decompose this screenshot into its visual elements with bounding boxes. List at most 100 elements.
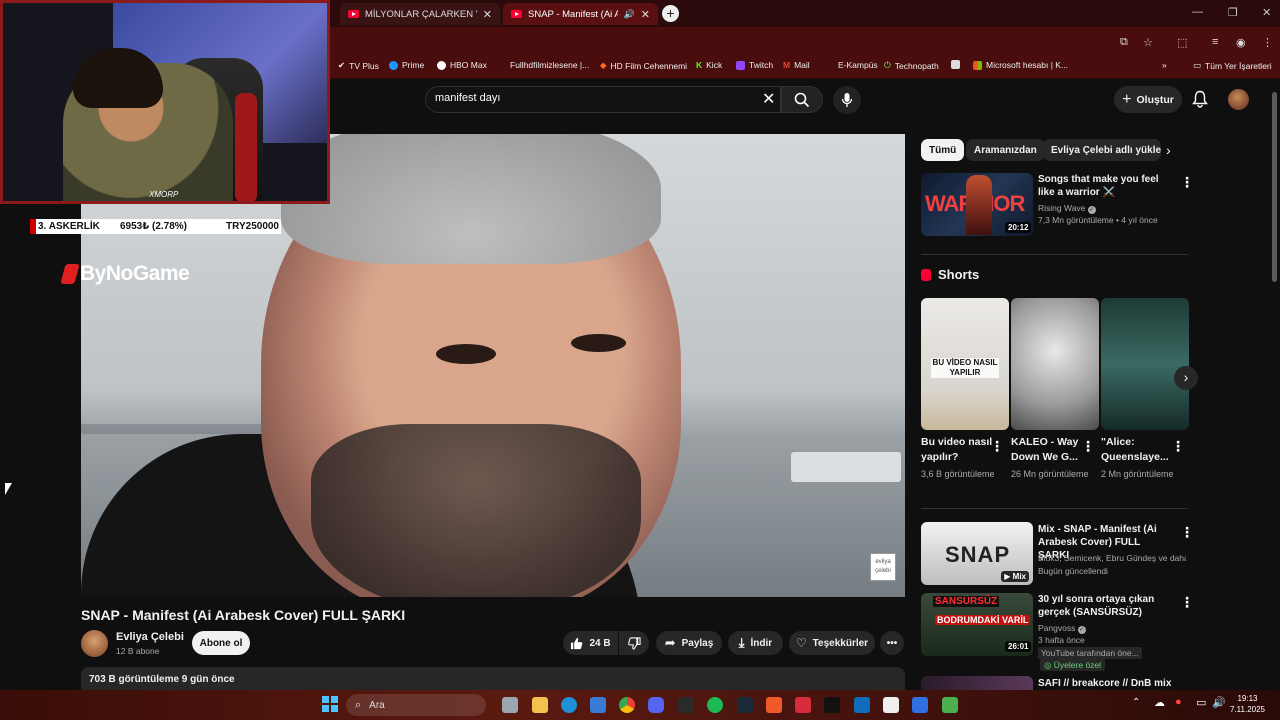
thumbnail-safi[interactable] — [921, 676, 1033, 690]
dislike-button[interactable] — [619, 631, 649, 655]
channel-watermark[interactable]: evliya çelebi — [870, 553, 896, 581]
bookmark-fullhdfilm[interactable]: Fullhdfilmizlesene |... — [510, 60, 589, 70]
chip-from-uploader[interactable]: Evliya Çelebi adlı yükleyi — [1043, 139, 1161, 161]
app-icon[interactable] — [883, 697, 899, 713]
clear-search-icon[interactable]: ✕ — [762, 89, 775, 109]
channel-name[interactable]: Evliya Çelebi — [116, 631, 184, 643]
related-channel[interactable]: Pangvoss ✓ — [1038, 622, 1086, 634]
close-tab-icon[interactable]: ✕ — [641, 8, 650, 21]
more-options-icon[interactable]: ⋮ — [990, 438, 1004, 455]
volume-icon[interactable]: 🔊 — [1212, 696, 1226, 709]
reading-list-icon[interactable]: ≡ — [1212, 36, 1218, 48]
more-options-icon[interactable]: ⋮ — [1081, 438, 1095, 455]
bookmark-star-icon[interactable]: ☆ — [1143, 36, 1153, 49]
profile-icon[interactable]: ◉ — [1236, 36, 1246, 49]
download-button[interactable]: ⤓ İndir — [728, 631, 783, 655]
bookmark-ekampus[interactable]: E-Kampüs — [838, 60, 878, 70]
bookmark-microsoft[interactable]: Microsoft hesabı | K... — [973, 60, 1068, 70]
more-options-icon[interactable]: ⋮ — [1171, 438, 1185, 455]
channel-avatar[interactable] — [81, 630, 108, 657]
related-video-title[interactable]: Songs that make you feel like a warrior … — [1038, 173, 1173, 199]
subscribe-button[interactable]: Abone ol — [192, 631, 250, 655]
user-avatar[interactable] — [1228, 89, 1249, 110]
short-title[interactable]: KALEO - Way Down We G... — [1011, 435, 1083, 465]
thumbnail-mix[interactable]: SNAP ▶ Mix — [921, 522, 1033, 585]
close-tab-icon[interactable]: ✕ — [483, 8, 492, 21]
short-thumbnail-3[interactable] — [1101, 298, 1189, 430]
page-scrollbar[interactable] — [1272, 92, 1277, 282]
short-title[interactable]: "Alice: Queenslaye... — [1101, 435, 1173, 465]
minimize-icon[interactable]: — — [1192, 6, 1203, 18]
steam-icon[interactable] — [737, 697, 753, 713]
chip-from-search[interactable]: Aramanızdan — [966, 139, 1045, 161]
short-title[interactable]: Bu video nasıl yapılır? — [921, 435, 993, 465]
bookmark-technopath[interactable]: ⏻ Technopath — [884, 60, 939, 71]
all-bookmarks[interactable]: ▭ Tüm Yer İşaretleri — [1193, 60, 1272, 71]
new-tab-button[interactable]: + — [662, 5, 679, 22]
bookmark-twitch[interactable]: Twitch — [736, 60, 773, 70]
chevron-right-icon[interactable]: › — [1166, 142, 1171, 158]
app-icon[interactable] — [912, 697, 928, 713]
menu-icon[interactable]: ⋮ — [1262, 36, 1273, 49]
bookmark-kick[interactable]: K Kick — [696, 60, 722, 70]
bookmark-tvplus[interactable]: ✔ TV Plus — [338, 60, 379, 71]
members-only-badge: ◎ Üyelere özel — [1040, 659, 1106, 671]
more-actions-button[interactable]: ••• — [880, 631, 904, 655]
webcam-overlay: XMORP — [0, 0, 330, 204]
create-button[interactable]: + Oluştur — [1114, 86, 1182, 113]
app-icon[interactable] — [942, 697, 958, 713]
outlook-icon[interactable] — [854, 697, 870, 713]
related-channel[interactable]: Rising Wave ✓ — [1038, 202, 1096, 214]
origin-icon[interactable] — [766, 697, 782, 713]
maximize-icon[interactable]: ❐ — [1228, 6, 1238, 19]
cast-icon[interactable]: ⧉ — [1120, 36, 1128, 49]
browser-tab-vlog[interactable]: MİLYONLAR ÇALARKEN VLOG ✕ — [340, 3, 500, 25]
close-window-icon[interactable]: ✕ — [1262, 6, 1271, 19]
chip-all[interactable]: Tümü — [921, 139, 965, 161]
bookmark-prime[interactable]: Prime — [389, 60, 424, 70]
store-icon[interactable] — [590, 697, 606, 713]
bookmarks-overflow-icon[interactable]: » — [1162, 60, 1167, 70]
bookmark-unknown[interactable] — [951, 60, 960, 69]
taskbar-search[interactable]: ⌕ Ara — [346, 694, 486, 716]
hdfilm-icon: ◆ — [600, 60, 607, 70]
related-video-title[interactable]: 30 yıl sonra ortaya çıkan gerçek (SANSÜR… — [1038, 593, 1178, 619]
tray-overflow-icon[interactable]: ⌃ — [1132, 697, 1140, 708]
app-icon[interactable] — [824, 697, 840, 713]
task-view-icon[interactable] — [502, 697, 518, 713]
tray-app-icon[interactable]: ☁ — [1154, 696, 1165, 709]
app-icon[interactable] — [678, 697, 694, 713]
extensions-icon[interactable]: ⬚ — [1177, 36, 1187, 49]
short-thumbnail-1[interactable]: BU VİDEO NASIL YAPILIR — [921, 298, 1009, 430]
thanks-button[interactable]: ♡ Teşekkürler — [789, 631, 875, 655]
thumbnail-figure — [966, 175, 992, 235]
bookmark-hbomax[interactable]: HBO Max — [437, 60, 487, 70]
edge-icon[interactable] — [561, 697, 577, 713]
webcam-tag: XMORP — [149, 190, 179, 199]
short-thumbnail-2[interactable] — [1011, 298, 1099, 430]
taskbar-clock[interactable]: 19:13 7.11.2025 — [1230, 693, 1265, 715]
voice-search-button[interactable] — [833, 86, 861, 114]
more-options-icon[interactable]: ⋮ — [1180, 174, 1194, 191]
app-icon[interactable] — [795, 697, 811, 713]
video-frame-beard — [311, 424, 641, 597]
share-button[interactable]: ➦ Paylaş — [656, 631, 722, 655]
spotify-icon[interactable] — [707, 697, 723, 713]
speaker-icon[interactable]: 🔊 — [624, 9, 635, 20]
bookmark-hdfilm[interactable]: ◆ HD Film Cehennemi — [600, 60, 687, 71]
network-icon[interactable]: ▭ — [1196, 696, 1206, 709]
file-explorer-icon[interactable] — [532, 697, 548, 713]
notifications-button[interactable] — [1192, 90, 1208, 113]
like-button[interactable]: 24 B — [563, 631, 618, 655]
shorts-next-button[interactable]: › — [1174, 366, 1198, 390]
tray-record-icon[interactable]: ● — [1175, 696, 1182, 708]
chrome-icon[interactable] — [619, 697, 635, 713]
search-button[interactable] — [781, 86, 823, 113]
discord-icon[interactable] — [648, 697, 664, 713]
related-video-title[interactable]: SAFI // breakcore // DnB mix — [1038, 677, 1178, 690]
bookmark-mail[interactable]: M Mail — [783, 60, 810, 70]
more-options-icon[interactable]: ⋮ — [1180, 594, 1194, 611]
start-button[interactable] — [322, 696, 338, 712]
browser-tab-snap[interactable]: SNAP - Manifest (Ai Arabes 🔊 ✕ — [503, 3, 658, 25]
more-options-icon[interactable]: ⋮ — [1180, 524, 1194, 541]
